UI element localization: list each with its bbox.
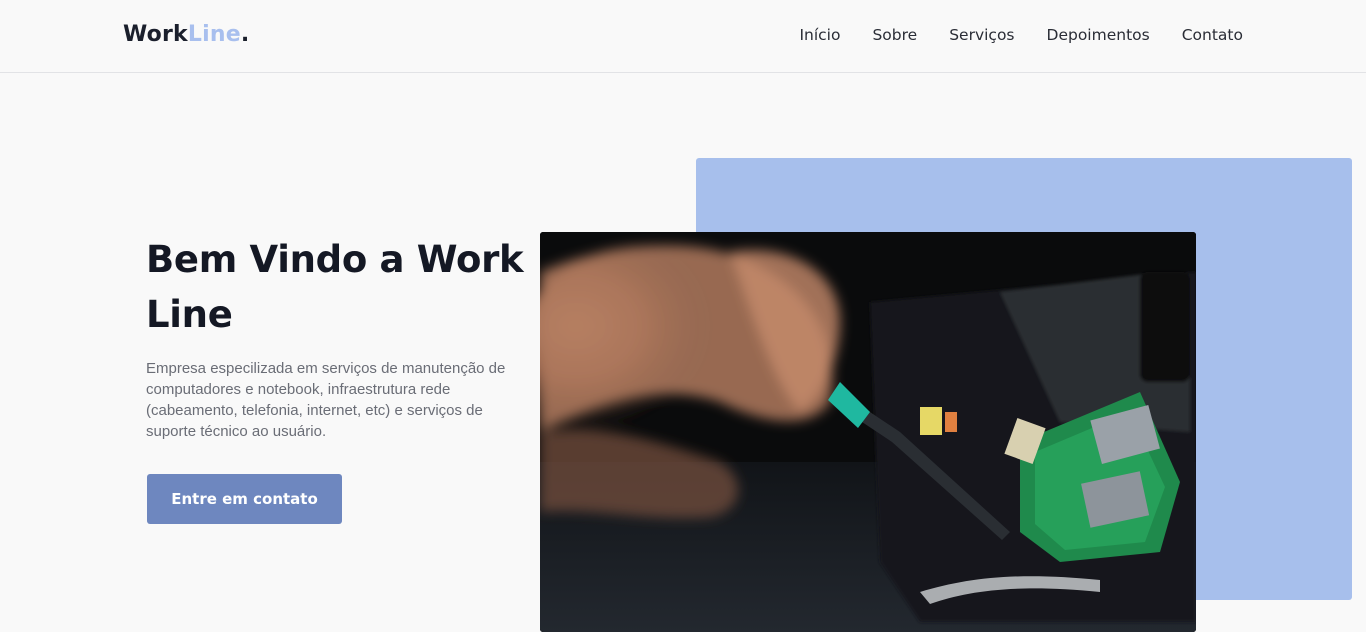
logo-dot: . xyxy=(240,22,250,47)
hero-description: Empresa especilizada em serviços de manu… xyxy=(146,360,506,440)
hero-image xyxy=(540,232,1196,632)
nav-link-depoimentos[interactable]: Depoimentos xyxy=(1047,26,1150,44)
hero-title: Bem Vindo a Work Line xyxy=(146,238,524,336)
logo-text-work: Work xyxy=(123,22,188,47)
logo-text-line: Line xyxy=(187,22,241,47)
main-nav: Início Sobre Serviços Depoimentos Contat… xyxy=(767,26,1243,44)
nav-link-servicos[interactable]: Serviços xyxy=(949,26,1014,44)
nav-link-inicio[interactable]: Início xyxy=(799,26,840,44)
navbar: WorkLine. Início Sobre Serviços Depoimen… xyxy=(0,0,1366,73)
contact-cta-button[interactable]: Entre em contato xyxy=(147,474,342,524)
logo[interactable]: WorkLine. xyxy=(123,22,249,47)
nav-link-sobre[interactable]: Sobre xyxy=(872,26,917,44)
nav-link-contato[interactable]: Contato xyxy=(1182,26,1243,44)
